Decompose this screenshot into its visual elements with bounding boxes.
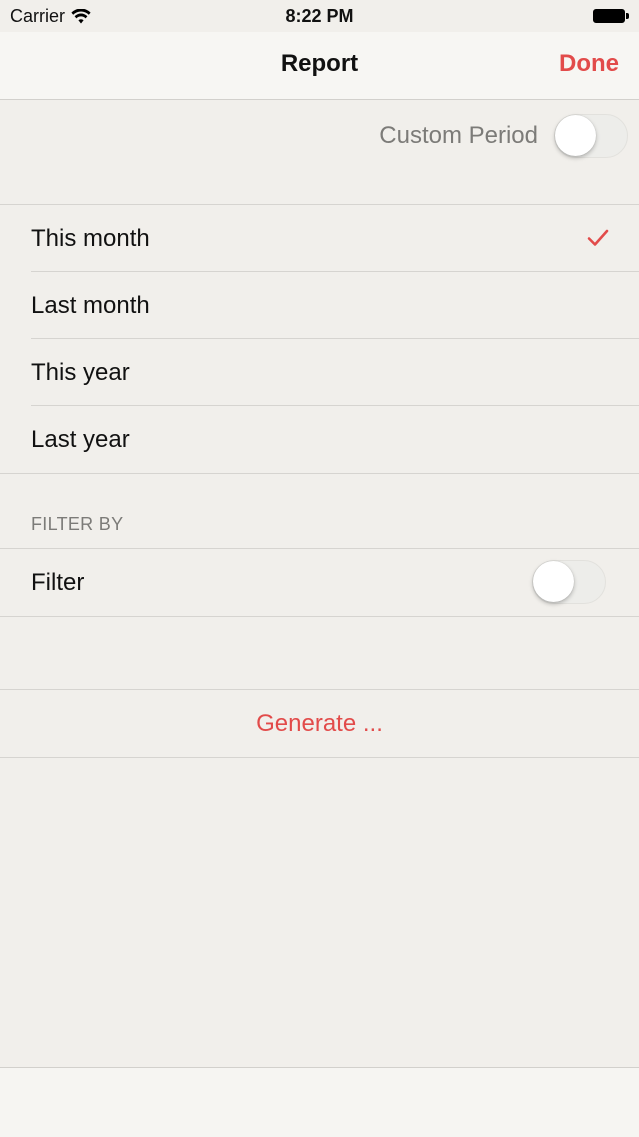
filter-row: Filter <box>0 548 639 617</box>
done-button[interactable]: Done <box>559 50 619 78</box>
period-label: Last year <box>31 426 130 453</box>
period-item-this-year[interactable]: This year <box>0 339 639 406</box>
switch-knob <box>533 561 574 602</box>
generate-row: Generate ... <box>0 689 639 758</box>
generate-button[interactable]: Generate ... <box>0 710 639 738</box>
period-label: Last month <box>31 292 150 319</box>
period-label: This month <box>31 225 150 252</box>
battery-icon <box>593 9 629 23</box>
period-item-this-month[interactable]: This month <box>0 205 639 272</box>
period-list: This month Last month This year Last yea… <box>0 204 639 474</box>
filter-switch[interactable] <box>532 560 606 604</box>
filter-label: Filter <box>31 569 85 596</box>
period-label: This year <box>31 359 130 386</box>
status-time: 8:22 PM <box>285 6 354 26</box>
period-item-last-year[interactable]: Last year <box>0 406 639 473</box>
navigation-bar: Report Done <box>0 32 639 100</box>
status-bar: Carrier 8:22 PM <box>0 0 639 32</box>
page-title: Report <box>280 50 359 77</box>
custom-period-label: Custom Period <box>379 122 538 149</box>
period-item-last-month[interactable]: Last month <box>0 272 639 339</box>
filter-section-header: FILTER BY <box>31 514 124 534</box>
custom-period-row: Custom Period <box>0 100 639 174</box>
checkmark-icon <box>587 229 609 246</box>
switch-knob <box>555 115 596 156</box>
custom-period-switch[interactable] <box>554 114 628 158</box>
bottom-toolbar <box>0 1067 639 1137</box>
